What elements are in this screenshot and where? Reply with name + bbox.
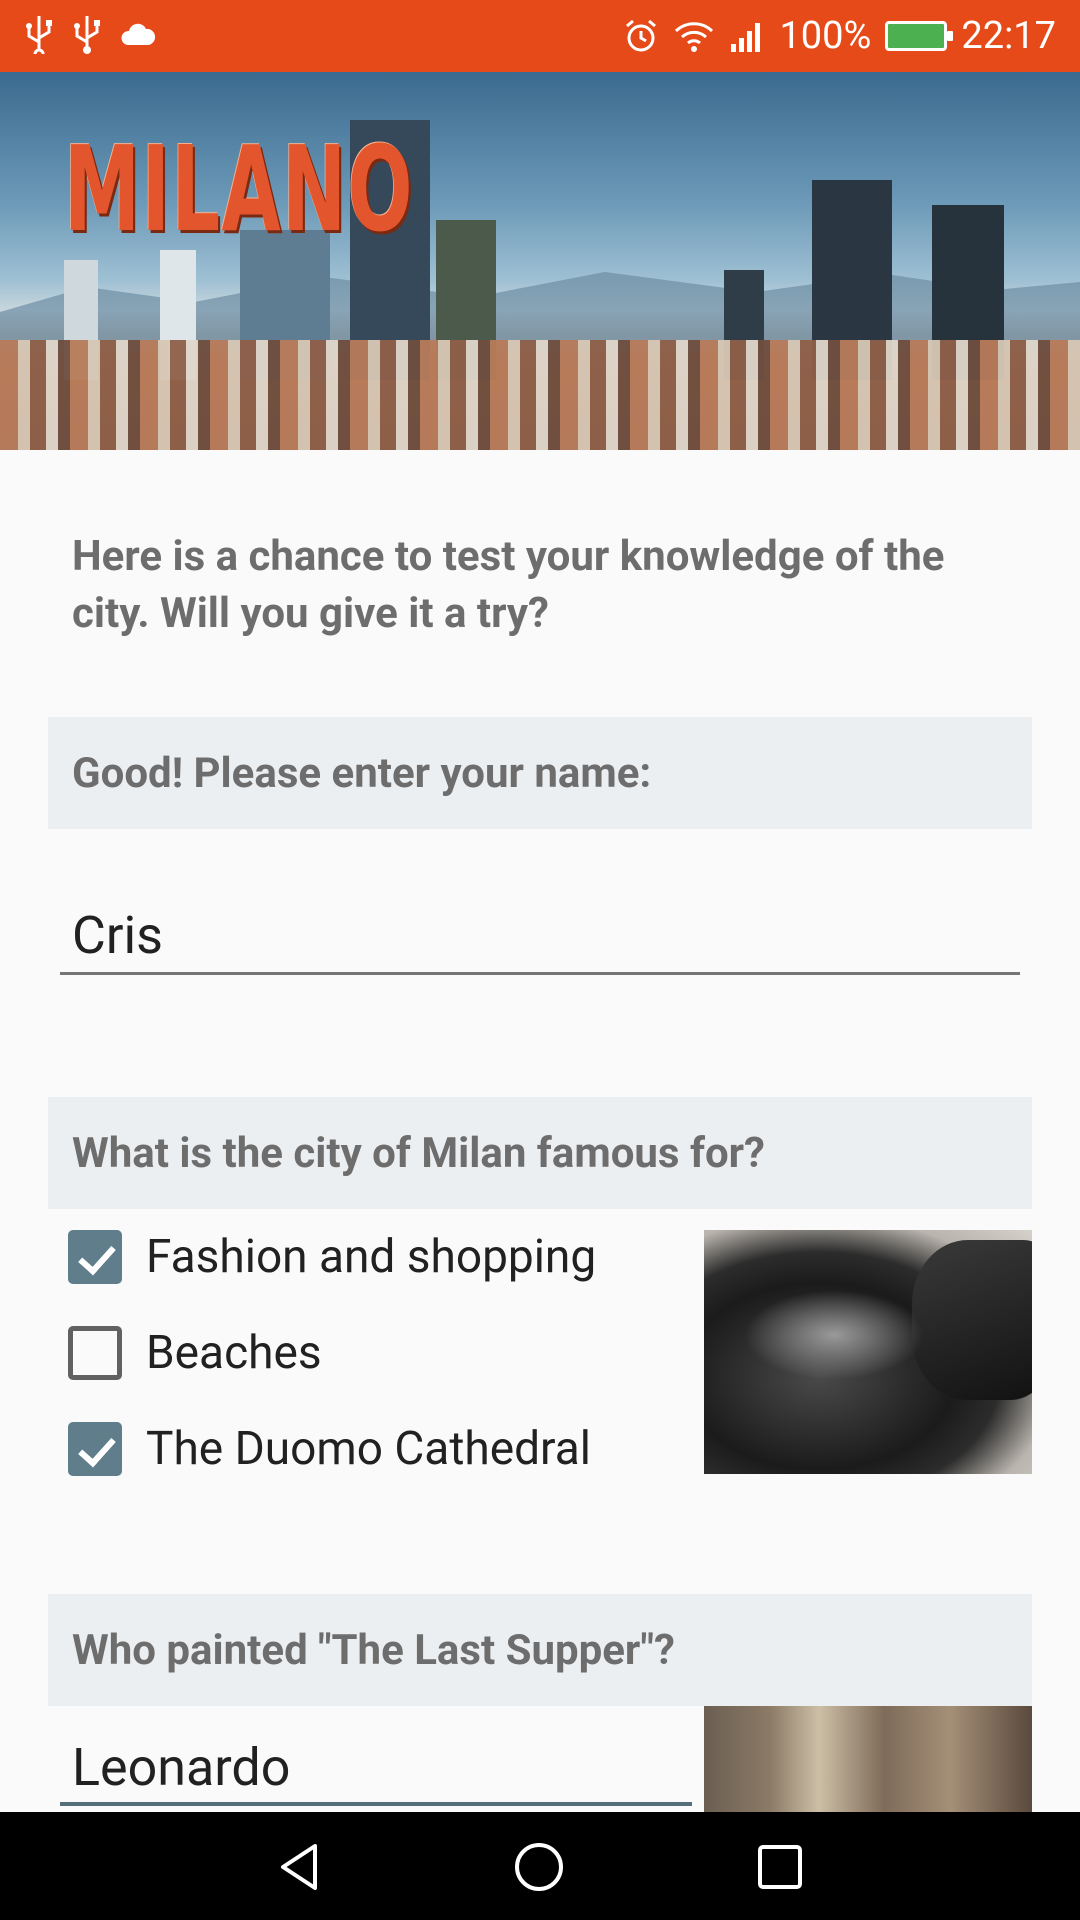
checkbox-duomo[interactable] — [68, 1422, 122, 1476]
option-fashion-label: Fashion and shopping — [146, 1230, 597, 1284]
option-duomo-label: The Duomo Cathedral — [146, 1422, 591, 1476]
status-right-icons: 100% 22:17 — [623, 0, 1056, 72]
question-fame-header: What is the city of Milan famous for? — [48, 1097, 1032, 1209]
option-beaches-label: Beaches — [146, 1326, 322, 1380]
wifi-icon — [675, 22, 714, 52]
city-roofs — [0, 340, 1080, 450]
milano-logo: MILANO — [64, 120, 414, 258]
name-input[interactable] — [60, 906, 1020, 976]
status-bar: 100% 22:17 — [0, 0, 1080, 72]
back-icon[interactable] — [275, 1842, 325, 1892]
last-supper-image — [704, 1706, 1032, 1812]
option-fashion[interactable]: Fashion and shopping — [68, 1230, 596, 1284]
navigation-bar — [0, 1812, 1080, 1920]
home-icon[interactable] — [514, 1842, 564, 1892]
question-fame-label: What is the city of Milan famous for? — [72, 1128, 765, 1178]
signal-icon — [731, 23, 761, 52]
painter-input-underline — [60, 1802, 692, 1806]
battery-percent: 100% — [779, 14, 872, 58]
battery-icon — [885, 21, 954, 51]
recents-icon[interactable] — [755, 1842, 805, 1892]
question-name-label: Good! Please enter your name: — [72, 748, 652, 798]
intro-text: Here is a chance to test your knowledge … — [72, 532, 945, 638]
painter-input[interactable] — [60, 1738, 692, 1808]
usb-icon — [26, 16, 52, 54]
shoe-shine — [744, 1290, 924, 1380]
option-duomo[interactable]: The Duomo Cathedral — [68, 1422, 591, 1476]
option-beaches[interactable]: Beaches — [68, 1326, 322, 1380]
clock: 22:17 — [961, 14, 1056, 58]
cloud-icon — [121, 23, 156, 45]
checkbox-beaches[interactable] — [68, 1326, 122, 1380]
header-banner-image: MILANO — [0, 72, 1080, 450]
name-input-underline — [60, 972, 1020, 975]
question-painter-label: Who painted "The Last Supper"? — [72, 1625, 675, 1675]
shoes-image — [704, 1230, 1032, 1474]
question-name-header: Good! Please enter your name: — [48, 717, 1032, 829]
usb-icon — [74, 16, 100, 54]
checkbox-fashion[interactable] — [68, 1230, 122, 1284]
question-painter-header: Who painted "The Last Supper"? — [48, 1594, 1032, 1706]
alarm-icon — [626, 19, 657, 52]
status-left-icons — [24, 14, 156, 54]
shoe-shape — [912, 1240, 1032, 1400]
